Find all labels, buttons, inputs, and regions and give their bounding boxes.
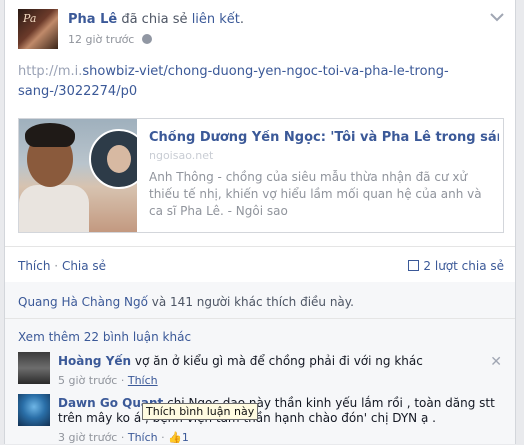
thumbs-up-icon[interactable]: 👍 <box>168 430 182 445</box>
comment-meta: 3 giờ trước · Thích · 👍1 <box>58 430 189 445</box>
shared-url[interactable]: http://m.i.showbiz-viet/chong-duong-yen-… <box>18 62 504 102</box>
link-thumbnail[interactable] <box>19 119 137 232</box>
shares-count[interactable]: 2 lượt chia sẻ <box>408 259 504 273</box>
view-more-comments[interactable]: Xem thêm 22 bình luận khác <box>18 330 191 344</box>
comment-body: Hoàng Yến vợ ăn ở kiểu gì mà để chồng ph… <box>58 354 498 388</box>
commenter-name[interactable]: Hoàng Yến <box>58 354 131 368</box>
comment-time[interactable]: 3 giờ trước <box>58 431 117 444</box>
url-part-2: sang-/3022274/p0 <box>18 84 138 99</box>
share-button[interactable]: Chia sẻ <box>62 259 106 273</box>
comment-like-count[interactable]: 1 <box>182 431 189 444</box>
comment-text: vợ ăn ở kiểu gì mà để chồng phải đi với … <box>134 354 423 368</box>
url-part-1: showbiz-viet/chong-duong-yen-ngoc-toi-va… <box>82 64 449 79</box>
author-avatar[interactable]: Pa <box>18 9 58 49</box>
divider <box>5 246 515 247</box>
comment-time[interactable]: 5 giờ trước <box>58 374 117 387</box>
chevron-down-icon[interactable] <box>490 11 504 25</box>
share-icon <box>408 260 420 271</box>
likes-rest: và 141 người khác thích điều này. <box>151 295 354 309</box>
action-dot: · <box>50 259 62 273</box>
post-actions: Thích · Chia sẻ 2 lượt chia sẻ <box>18 259 504 273</box>
globe-icon[interactable] <box>141 34 152 44</box>
comment-like-button[interactable]: Thích <box>128 431 158 444</box>
author-name[interactable]: Pha Lê <box>68 12 117 27</box>
feedback-section: Quang Hà Chàng Ngố và 141 người khác thí… <box>5 282 515 444</box>
comment-like-button[interactable]: Thích <box>128 374 158 387</box>
close-icon[interactable]: ✕ <box>490 354 502 370</box>
like-button[interactable]: Thích <box>18 259 50 273</box>
post-action: đã chia sẻ <box>121 12 188 27</box>
avatar-logo: Pa <box>23 12 37 25</box>
period: . <box>239 12 245 27</box>
likes-summary: Quang Hà Chàng Ngố và 141 người khác thí… <box>18 295 354 309</box>
post-object-link[interactable]: liên kết <box>192 12 240 27</box>
post-card: Pa Pha Lê đã chia sẻ liên kết. 12 giờ tr… <box>4 0 516 444</box>
liker-name[interactable]: Quang Hà Chàng Ngố <box>18 295 148 309</box>
commenter-avatar[interactable] <box>18 394 50 426</box>
commenter-avatar[interactable] <box>18 352 50 384</box>
divider <box>5 318 515 319</box>
link-host: ngoisao.net <box>149 149 214 162</box>
post-header-line: Pha Lê đã chia sẻ liên kết. <box>68 12 244 27</box>
comment-body: Dawn Go Quant chị Ngọc dạo này thần kinh… <box>58 396 498 445</box>
comment-meta: 5 giờ trước · Thích <box>58 374 158 387</box>
tooltip: Thích bình luận này <box>142 403 259 420</box>
post-header: Pa Pha Lê đã chia sẻ liên kết. 12 giờ tr… <box>18 9 508 53</box>
post-timestamp[interactable]: 12 giờ trước <box>68 33 134 46</box>
url-blurred-part: http://m.i. <box>18 64 83 79</box>
shares-count-label: 2 lượt chia sẻ <box>423 259 504 273</box>
link-preview-card[interactable]: Chồng Dương Yến Ngọc: 'Tôi và Pha Lê tro… <box>18 118 504 233</box>
link-description: Anh Thông - chồng của siêu mẫu thừa nhận… <box>149 170 482 218</box>
link-title[interactable]: Chồng Dương Yến Ngọc: 'Tôi và Pha Lê tro… <box>149 130 499 146</box>
post-time: 12 giờ trước <box>68 33 152 46</box>
